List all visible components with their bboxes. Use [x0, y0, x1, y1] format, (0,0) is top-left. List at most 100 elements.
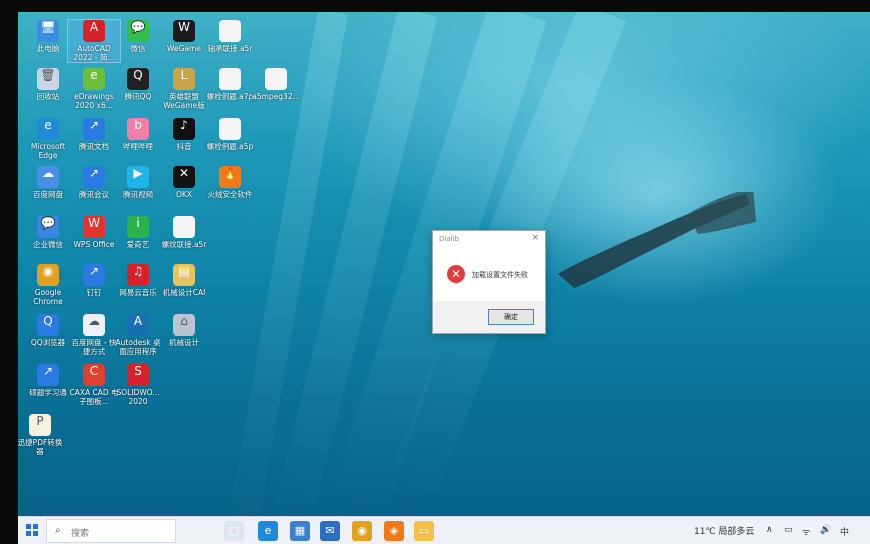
icon-glyph: Q	[133, 68, 143, 82]
desktop-shortcut[interactable]: 轴承联接.a5r	[204, 20, 256, 53]
desktop-shortcut-label: a5mpeg32...	[252, 92, 300, 101]
edge-taskbar-icon[interactable]: e	[258, 521, 278, 541]
windows-logo-pane	[26, 524, 31, 529]
mail-taskbar-icon[interactable]: ✉	[320, 521, 340, 541]
desktop-shortcut[interactable]: ☁ 百度网盘	[22, 166, 74, 199]
desktop-shortcut-label: 钉钉	[86, 288, 102, 297]
desktop-shortcut-label: 硕题学习通	[29, 388, 67, 397]
autocad-icon: A	[83, 20, 105, 42]
desktop-shortcut[interactable]: W WeGame	[158, 20, 210, 53]
desktop-shortcut[interactable]: ⌂ 机械设计	[158, 314, 210, 347]
error-dialog: Dialib × ✕ 加载设置文件失败 确定	[432, 230, 546, 334]
desktop-shortcut[interactable]: 螺栓例题.a5p	[204, 118, 256, 151]
desktop-shortcut-label: 腾讯视频	[123, 190, 153, 199]
taskbar: ⌕ 搜索 ▢ e ▦ ✉ ◉ ◈ ▭ 11℃ 局部多云 ∧ ▭ ᯤ 🔊 中	[18, 516, 870, 544]
wifi-icon[interactable]: ᯤ	[802, 525, 810, 538]
desktop-shortcut-label: 回收站	[36, 92, 60, 101]
edrawings-icon: e	[83, 68, 105, 90]
desktop-shortcut[interactable]: Q QQ浏览器	[22, 314, 74, 347]
pdf-converter-icon: P	[29, 414, 51, 436]
desktop-shortcut-label: 企业微信	[33, 240, 63, 249]
huorong-icon: 🔥	[219, 166, 241, 188]
recycle-bin-icon: 🗑	[37, 68, 59, 90]
icon-glyph: ▶	[133, 166, 143, 180]
weather-widget[interactable]: 11℃ 局部多云	[694, 524, 754, 537]
icon-glyph: e	[90, 68, 98, 82]
desktop-shortcut[interactable]: A Autodesk 桌面应用程序	[112, 314, 164, 356]
desktop-shortcut[interactable]: 💬 微信	[112, 20, 164, 53]
icon-glyph: ☁	[88, 314, 100, 328]
desktop-shortcut[interactable]: 🖥 此电脑	[22, 20, 74, 53]
wps-icon: W	[83, 216, 105, 238]
desktop-shortcut[interactable]: S SOLIDWO... 2020	[112, 364, 164, 406]
icon-glyph: S	[134, 364, 142, 378]
desktop-shortcut[interactable]: P 迅捷PDF转换器	[14, 414, 66, 456]
desktop-shortcut[interactable]: ♫ 网易云音乐	[112, 264, 164, 297]
edge-icon: e	[37, 118, 59, 140]
taskbar-search-box[interactable]: ⌕ 搜索	[46, 519, 176, 543]
icon-glyph: P	[36, 414, 44, 428]
desktop-shortcut[interactable]: a5mpeg32...	[250, 68, 302, 101]
douyin-icon: ♪	[173, 118, 195, 140]
desktop-shortcut-label: 螺纹联接.a5r	[161, 240, 207, 249]
ok-button[interactable]: 确定	[488, 309, 534, 325]
icon-glyph: C	[89, 364, 99, 378]
desktop-shortcut-label: 轴承联接.a5r	[207, 44, 253, 53]
firefox-taskbar-icon[interactable]: ◈	[384, 521, 404, 541]
explorer-taskbar-icon[interactable]: ▭	[414, 521, 434, 541]
desktop-shortcut-label: 网易云音乐	[119, 288, 157, 297]
battery-icon[interactable]: ▭	[784, 525, 793, 535]
desktop-shortcut[interactable]: 螺栓例题.a7p	[204, 68, 256, 101]
okx-icon: ✕	[173, 166, 195, 188]
icon-glyph: ◉	[42, 264, 54, 278]
desktop-shortcut[interactable]: 🔥 火绒安全软件	[204, 166, 256, 199]
desktop-shortcut[interactable]: Q 腾讯QQ	[112, 68, 164, 101]
icon-glyph: 💬	[130, 20, 146, 34]
desktop-shortcut[interactable]: L 英雄联盟 WeGame版	[158, 68, 210, 110]
store-taskbar-icon[interactable]: ▦	[290, 521, 310, 541]
desktop-shortcut-label: SOLIDWO... 2020	[116, 388, 160, 406]
start-button[interactable]	[26, 524, 38, 536]
xuexitong-icon: ↗	[37, 364, 59, 386]
desktop-shortcut[interactable]: 💬 企业微信	[22, 216, 74, 249]
volume-icon[interactable]: 🔊	[820, 525, 831, 535]
file-icon	[219, 118, 241, 140]
desktop-shortcut[interactable]: b 哔哩哔哩	[112, 118, 164, 151]
icon-glyph: ☁	[42, 166, 54, 180]
desktop-shortcut-label: 腾讯会议	[79, 190, 109, 199]
tray-overflow-icon[interactable]: ∧	[766, 525, 773, 535]
desktop-shortcut[interactable]: ♪ 抖音	[158, 118, 210, 151]
file-icon	[219, 68, 241, 90]
desktop-shortcut[interactable]: 🗑 回收站	[22, 68, 74, 101]
desktop-shortcut-label: 微信	[130, 44, 146, 53]
wecom-icon: 💬	[37, 216, 59, 238]
icon-glyph: 🖥	[40, 20, 56, 34]
icon-glyph: L	[180, 68, 188, 82]
wegame-icon: W	[173, 20, 195, 42]
icon-glyph: 🔥	[222, 166, 238, 180]
desktop-shortcut[interactable]: ◉ Google Chrome	[22, 264, 74, 306]
icon-glyph: b	[134, 118, 142, 132]
desktop-shortcut[interactable]: 螺纹联接.a5r	[158, 216, 210, 249]
desktop-shortcut[interactable]: e Microsoft Edge	[22, 118, 74, 160]
desktop-shortcut-label: AutoCAD 2022 - 简...	[73, 44, 115, 62]
desktop-shortcut[interactable]: ↗ 硕题学习通	[22, 364, 74, 397]
desktop-shortcut-label: 英雄联盟 WeGame版	[163, 92, 205, 110]
desktop-shortcut[interactable]: ▶ 腾讯视频	[112, 166, 164, 199]
close-icon[interactable]: ×	[531, 233, 539, 243]
desktop-shortcut-label: 腾讯QQ	[124, 92, 152, 101]
icon-glyph: Q	[43, 314, 53, 328]
cai-icon: ▤	[173, 264, 195, 286]
dialog-message: 加载设置文件失败	[472, 271, 528, 279]
ime-indicator[interactable]: 中	[840, 525, 849, 538]
desktop-shortcut[interactable]: ▤ 机械设计CAI	[158, 264, 210, 297]
desktop-shortcut-label: 百度网盘 - 快捷方式	[71, 338, 117, 356]
qq-browser-icon: Q	[37, 314, 59, 336]
chrome-taskbar-icon[interactable]: ◉	[352, 521, 372, 541]
desktop-shortcut[interactable]: i 爱奇艺	[112, 216, 164, 249]
tencent-docs-icon: ↗	[83, 118, 105, 140]
desktop-shortcut[interactable]: ✕ OKX	[158, 166, 210, 199]
desktop-shortcut-label: QQ浏览器	[30, 338, 66, 347]
taskview-icon[interactable]: ▢	[224, 521, 244, 541]
this-pc-icon: 🖥	[37, 20, 59, 42]
